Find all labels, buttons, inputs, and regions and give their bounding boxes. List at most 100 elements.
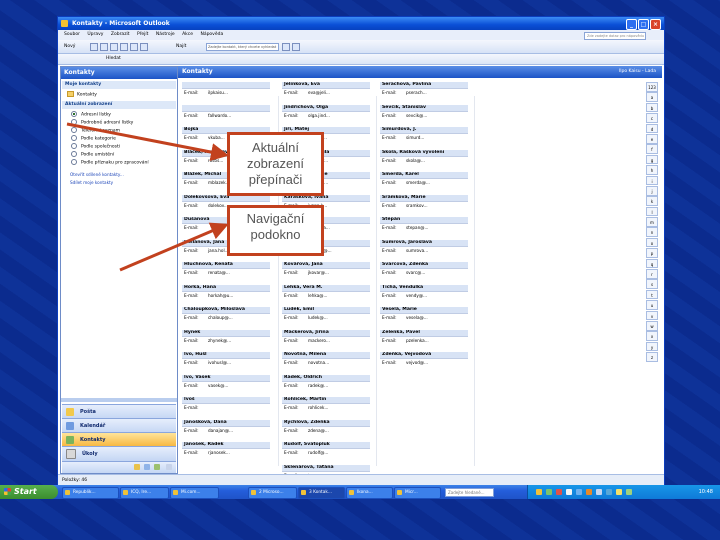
menu-prejit[interactable]: Přejít [137, 32, 148, 37]
view-radio-by-location[interactable]: Podle umístění [71, 151, 114, 159]
contact-card[interactable]: Zelenka, Pavel E-mail: pzelenka... [380, 329, 470, 354]
nav-pane-splitter[interactable] [61, 398, 177, 402]
alphabet-tab[interactable]: 123 [646, 82, 658, 92]
alphabet-tab[interactable]: c [646, 113, 658, 123]
alphabet-tab[interactable]: o [646, 237, 658, 248]
contact-card[interactable]: Tichá, Vendulka E-mail: vendy@... [380, 284, 470, 309]
alphabet-tab[interactable]: z [646, 352, 658, 362]
contact-card[interactable]: Horká, Hana E-mail: horkah@u... [182, 284, 272, 309]
contact-card[interactable]: Ševčík, Stanislav E-mail: sevcik@... [380, 104, 470, 129]
address-book-icon[interactable] [282, 43, 290, 51]
nav-button-calendar[interactable]: Kalendář [62, 418, 176, 433]
reply-icon[interactable] [120, 43, 128, 51]
view-radio-phone-list[interactable]: Telefonní seznam [71, 127, 120, 135]
flag-icon[interactable] [140, 43, 148, 51]
tray-icon[interactable] [566, 489, 572, 495]
contact-card[interactable]: Rudolf, Svatopluk E-mail: rudolf@... [282, 442, 372, 466]
contact-card[interactable]: Radek, Oldřich E-mail: radek@... [282, 374, 372, 399]
alphabet-tab[interactable]: p [646, 248, 658, 258]
alphabet-tab[interactable]: s [646, 279, 658, 290]
menu-napoveda[interactable]: Nápověda [200, 32, 223, 37]
contact-search-input[interactable]: Zadejte kontakt, který chcete vyhledat [206, 43, 279, 51]
taskbar-item[interactable]: ICQ, Ire... [120, 487, 169, 499]
contact-card[interactable]: Šmerda, Karel E-mail: smerda@... [380, 172, 470, 196]
contact-card[interactable]: Novotná, Milena E-mail: novotna... [282, 352, 372, 376]
contact-card[interactable]: E-mail: fallwardo... [182, 104, 272, 129]
contact-card[interactable]: E-mail: ilpkaisu... [182, 82, 272, 106]
find-button[interactable]: Najít [176, 42, 186, 51]
contact-card[interactable]: Ivoš E-mail: [182, 397, 272, 421]
alphabet-tab[interactable]: b [646, 102, 658, 113]
tray-icon[interactable] [556, 489, 562, 495]
contact-card[interactable]: Štěpán E-mail: stepan@... [380, 217, 470, 241]
tray-icon[interactable] [616, 489, 622, 495]
tray-icon[interactable] [626, 489, 632, 495]
contact-card[interactable]: Ivo, Hušl E-mail: ivohusl@... [182, 352, 272, 376]
tray-icon[interactable] [586, 489, 592, 495]
menu-soubor[interactable]: Soubor [64, 32, 80, 37]
contact-card[interactable]: Rychlová, Zdeňka E-mail: zdena@... [282, 419, 372, 444]
alphabet-tab[interactable]: a [646, 92, 658, 102]
taskbar-item[interactable]: Ikona... [346, 487, 393, 499]
menu-zobrazit[interactable]: Zobrazit [111, 32, 130, 37]
delete-icon[interactable] [110, 43, 118, 51]
menu-akce[interactable]: Akce [182, 32, 193, 37]
menu-nastroje[interactable]: Nástroje [156, 32, 175, 37]
contact-card[interactable]: Švarcová, Zdenka E-mail: svarc@... [380, 262, 470, 286]
alphabet-tab[interactable]: w [646, 320, 658, 331]
minimize-button[interactable]: _ [626, 19, 637, 30]
alphabet-tab[interactable]: y [646, 341, 658, 352]
tray-icon[interactable] [576, 489, 582, 495]
find2-button[interactable]: Hledat [106, 55, 121, 63]
alphabet-tab[interactable]: k [646, 196, 658, 206]
close-button[interactable]: × [650, 19, 661, 30]
alphabet-tab[interactable]: d [646, 123, 658, 134]
contact-card[interactable]: Šimurdová, J. E-mail: simurd... [380, 127, 470, 151]
configure-buttons-icon[interactable] [166, 464, 172, 470]
contact-card[interactable]: Zdeňka, Vejvodová E-mail: vejvod@... [380, 352, 470, 376]
contact-card[interactable]: Kovářová, Jana E-mail: jkovar@... [282, 262, 372, 286]
alphabet-tab[interactable]: x [646, 331, 658, 341]
help-icon[interactable] [292, 43, 300, 51]
contact-card[interactable]: Luděk, Emil E-mail: ludek@... [282, 307, 372, 331]
taskbar-item[interactable]: 2 Microso... [248, 487, 297, 499]
start-button[interactable]: Start [0, 485, 58, 499]
contact-card[interactable]: Janošková, Dana E-mail: danajan@... [182, 419, 272, 444]
nav-button-contacts[interactable]: Kontakty [62, 432, 176, 447]
current-view-section[interactable]: Aktuální zobrazení [62, 101, 176, 109]
contact-card[interactable]: Šumrová, Jaroslava E-mail: sumrova... [380, 239, 470, 264]
contact-card[interactable]: Škola, Rašková vyvolení E-mail: skola@... [380, 149, 470, 174]
alphabet-tab[interactable]: r [646, 269, 658, 279]
alphabet-tab[interactable]: j [646, 185, 658, 196]
tray-icon[interactable] [546, 489, 552, 495]
alphabet-tab[interactable]: h [646, 165, 658, 175]
folder-list-icon[interactable] [144, 464, 150, 470]
contact-card[interactable]: Chaloupková, Miloslava E-mail: chaloup@... [182, 307, 272, 331]
view-radio-by-flag[interactable]: Podle příznaku pro zpracování [71, 159, 149, 167]
contact-card[interactable]: Hluchnová, Renata E-mail: renata@... [182, 262, 272, 286]
contact-card[interactable]: Lehká, Vera M. E-mail: lehka@... [282, 284, 372, 309]
alphabet-tab[interactable]: t [646, 289, 658, 300]
alphabet-tab[interactable]: l [646, 206, 658, 217]
view-radio-by-category[interactable]: Podle kategorie [71, 135, 116, 143]
alphabet-tab[interactable]: i [646, 175, 658, 186]
tray-icon[interactable] [536, 489, 542, 495]
contact-card[interactable]: Hynek E-mail: zhynek@... [182, 329, 272, 354]
alphabet-tab[interactable]: m [646, 217, 658, 227]
view-radio-address-cards[interactable]: Adresní lístky [71, 111, 111, 119]
contact-card[interactable]: Jelínková, Eva E-mail: eva@jeli... [282, 82, 372, 106]
my-contacts-section[interactable]: Moje kontakty [62, 81, 176, 89]
contact-card[interactable]: Mackerová, Jiřina E-mail: mackero... [282, 329, 372, 354]
move-icon[interactable] [100, 43, 108, 51]
alphabet-tab[interactable]: n [646, 227, 658, 238]
contact-card[interactable]: Janošek, Radek E-mail: rjanosek... [182, 442, 272, 466]
help-search-input[interactable]: Zde zadejte dotaz pro nápovědu [584, 32, 646, 40]
contact-card[interactable]: Rohlíček, Martin E-mail: rohlicek... [282, 397, 372, 421]
contact-card[interactable]: Šerachová, Pavlína E-mail: pserach... [380, 82, 470, 106]
nav-button-mail[interactable]: Pošta [62, 404, 176, 419]
notes-icon[interactable] [134, 464, 140, 470]
contact-card[interactable]: Ivo, Vasek E-mail: vasek@... [182, 374, 272, 399]
taskbar-item[interactable]: Republik... [62, 487, 119, 499]
share-contacts-link[interactable]: Sdílet moje kontakty [70, 179, 113, 186]
categories-icon[interactable] [130, 43, 138, 51]
